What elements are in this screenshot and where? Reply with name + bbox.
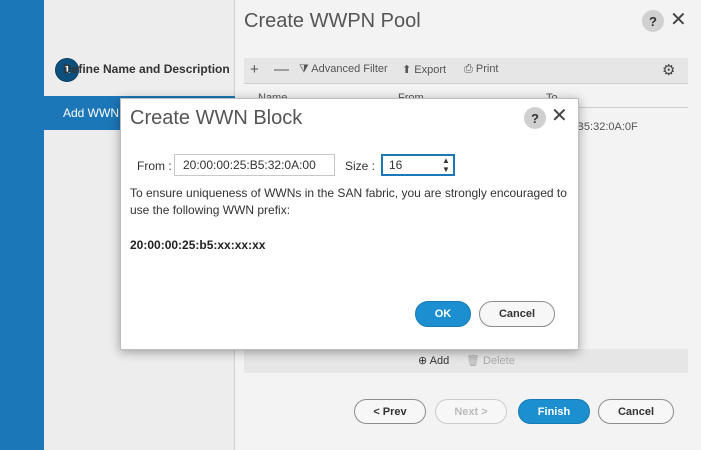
filter-icon: ⧩ (299, 63, 309, 75)
add-label: Add (429, 355, 450, 367)
print-icon: ⎙ (464, 63, 473, 75)
from-input[interactable] (174, 154, 335, 176)
add-row-icon[interactable]: + (250, 61, 259, 78)
size-label: Size : (345, 159, 376, 173)
dialog-cancel-button[interactable]: Cancel (479, 301, 555, 327)
plus-circle-icon: ⊕ (418, 355, 428, 367)
step-2-label[interactable]: Add WWN (63, 106, 119, 120)
next-button[interactable]: Next > (435, 399, 507, 424)
advanced-filter-label: Advanced Filter (311, 63, 388, 75)
wizard-cancel-button[interactable]: Cancel (598, 399, 674, 424)
dialog-close-icon[interactable]: ✕ (551, 106, 568, 126)
trash-icon: 🗑 (466, 355, 480, 367)
wizard-close-icon[interactable]: ✕ (670, 10, 687, 30)
wizard-accent-bar (0, 0, 44, 450)
step-1-label[interactable]: Define Name and Description (63, 62, 230, 76)
add-block-button[interactable]: ⊕ Add (418, 354, 449, 367)
dialog-help-icon[interactable]: ? (524, 107, 546, 129)
ok-button[interactable]: OK (415, 301, 471, 327)
export-icon: ⬆ (402, 64, 412, 76)
wizard-help-icon[interactable]: ? (642, 10, 664, 32)
uniqueness-info-text: To ensure uniqueness of WWNs in the SAN … (130, 186, 567, 217)
advanced-filter-button[interactable]: ⧩ Advanced Filter (299, 63, 388, 76)
delete-block-button[interactable]: 🗑 Delete (466, 354, 515, 367)
export-label: Export (414, 64, 447, 76)
table-toolbar: + — ⧩ Advanced Filter ⬆ Export ⎙ Print ⚙ (244, 58, 688, 84)
gear-icon[interactable]: ⚙ (662, 61, 675, 79)
print-button[interactable]: ⎙ Print (464, 63, 499, 76)
dialog-title: Create WWN Block (130, 107, 303, 129)
finish-button[interactable]: Finish (518, 399, 590, 424)
export-button[interactable]: ⬆ Export (402, 63, 446, 76)
from-label: From : (137, 159, 172, 173)
wwn-prefix: 20:00:00:25:b5:xx:xx:xx (130, 238, 266, 252)
wizard-title: Create WWPN Pool (244, 10, 421, 32)
stepper-arrows-icon[interactable]: ▲ ▼ (441, 156, 451, 174)
remove-row-icon[interactable]: — (274, 61, 289, 78)
delete-label: Delete (483, 355, 515, 367)
prev-button[interactable]: < Prev (354, 399, 426, 424)
print-label: Print (475, 63, 499, 75)
create-wwn-block-dialog: Create WWN Block ? ✕ From : Size : ▲▼ To… (120, 98, 579, 350)
